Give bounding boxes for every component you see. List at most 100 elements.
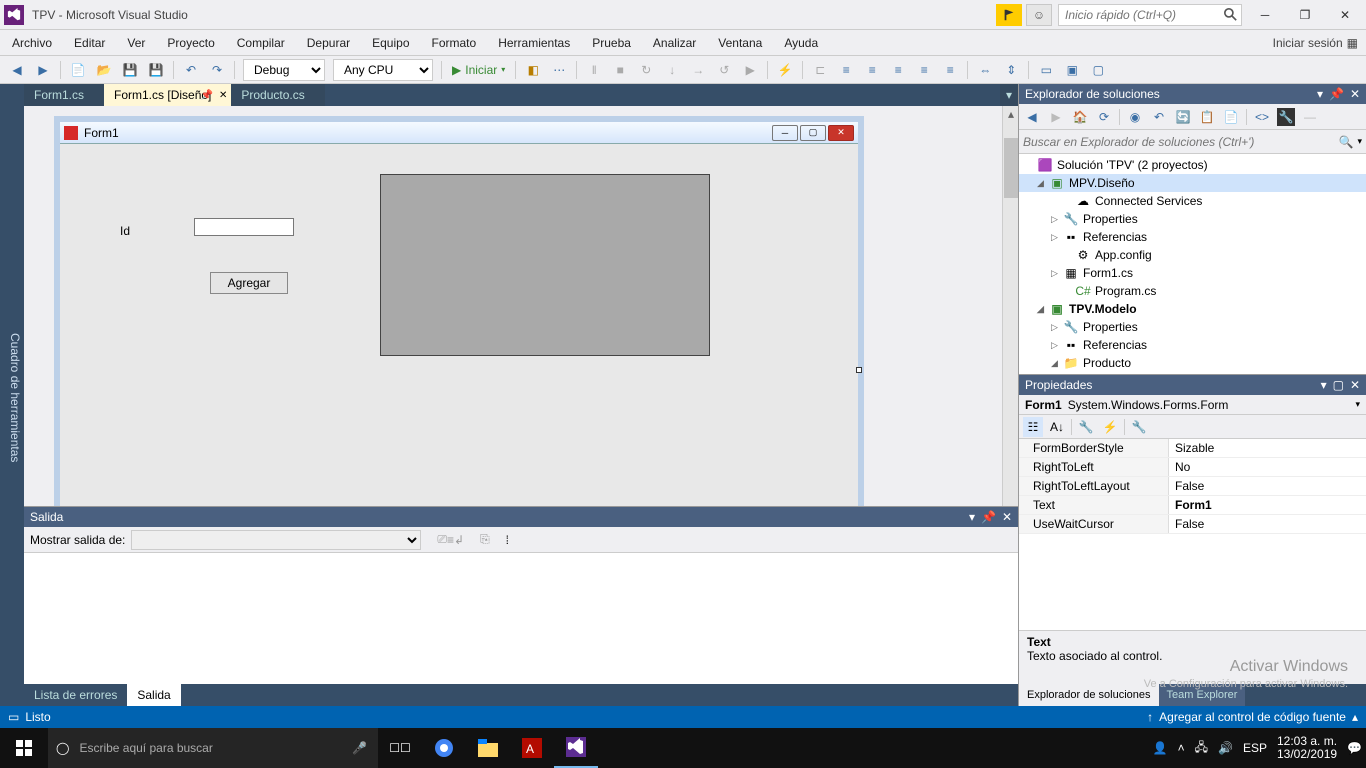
align-left-btn[interactable]: ⊏ [809,59,831,81]
menu-formato[interactable]: Formato [428,34,481,52]
textbox-id[interactable] [194,218,294,236]
align-bottom-btn[interactable]: ≡ [939,59,961,81]
props-events-icon[interactable]: ⚡ [1100,417,1120,437]
prop-row[interactable]: UseWaitCursorFalse [1019,515,1366,534]
designer-surface[interactable]: Form1 ─ ▢ ✕ Id Agregar ▴ [24,106,1018,506]
taskbar-search[interactable]: ◯ Escribe aquí para buscar 🎤 [48,728,378,768]
sx-properties-icon[interactable]: 🔧 [1277,108,1295,126]
sx-sync-icon[interactable]: ⟳ [1095,108,1113,126]
output-body[interactable] [24,553,1018,684]
menu-archivo[interactable]: Archivo [8,34,56,52]
prop-value[interactable]: Sizable [1169,439,1366,457]
start-button[interactable] [0,728,48,768]
menu-analizar[interactable]: Analizar [649,34,700,52]
menu-ayuda[interactable]: Ayuda [780,34,822,52]
tab-solution-explorer[interactable]: Explorador de soluciones [1019,684,1159,706]
prop-value[interactable]: False [1169,515,1366,533]
prop-row[interactable]: RightToLeftNo [1019,458,1366,477]
props-window-icon[interactable]: ▢ [1333,378,1344,392]
redo-button[interactable]: ↷ [206,59,228,81]
spacing-v-btn[interactable]: ⇕ [1000,59,1022,81]
project-tpv-modelo[interactable]: ◢▣TPV.Modelo [1019,300,1366,318]
sx-close-icon[interactable]: ✕ [1350,87,1360,101]
output-wrap-btn[interactable]: ↲ [454,533,464,547]
mic-icon[interactable]: 🎤 [352,741,370,755]
designer-form[interactable]: Form1 ─ ▢ ✕ Id Agregar [54,116,864,506]
menu-compilar[interactable]: Compilar [233,34,289,52]
tool-more[interactable]: ⚡ [774,59,796,81]
sx-refresh-icon[interactable]: 🔄 [1174,108,1192,126]
debug-cursor[interactable]: ▶ [739,59,761,81]
debug-pause[interactable]: ‖ [583,59,605,81]
menu-depurar[interactable]: Depurar [303,34,354,52]
project-mpv-diseno[interactable]: ◢▣MPV.Diseño [1019,174,1366,192]
chrome-icon[interactable] [422,728,466,768]
restore-button[interactable]: ❐ [1288,4,1322,26]
tray-people-icon[interactable]: 👤 [1153,741,1168,755]
nav-back-button[interactable]: ◀ [6,59,28,81]
align-middle-btn[interactable]: ≡ [913,59,935,81]
props-alpha-icon[interactable]: A↓ [1047,417,1067,437]
undo-button[interactable]: ↶ [180,59,202,81]
props-categorized-icon[interactable]: ☷ [1023,417,1043,437]
prop-row[interactable]: FormBorderStyleSizable [1019,439,1366,458]
resize-handle-right[interactable] [856,367,862,373]
sx-dropdown-icon[interactable]: ▾ [1317,87,1323,101]
sx-collapse-icon[interactable]: ↶ [1150,108,1168,126]
tool-btn-1[interactable]: ◧ [522,59,544,81]
close-button[interactable]: ✕ [1328,4,1362,26]
panel-pin-icon[interactable]: 📌 [981,510,996,524]
menu-prueba[interactable]: Prueba [588,34,635,52]
send-back-btn[interactable]: ▢ [1087,59,1109,81]
chevron-up-icon[interactable]: ▴ [1352,710,1358,724]
sx-pin-icon[interactable]: 📌 [1329,87,1344,101]
datagrid-placeholder[interactable] [380,174,710,356]
spacing-h-btn[interactable]: ⇔ [974,59,996,81]
taskview-icon[interactable]: ☐☐ [378,728,422,768]
props-pages-icon[interactable]: 🔧 [1129,417,1149,437]
sx-scope-icon[interactable]: ◉ [1126,108,1144,126]
notifications-icon[interactable]: 💬 [1347,741,1362,755]
tray-volume-icon[interactable]: 🔊 [1218,741,1233,755]
sx-copy-icon[interactable]: 📄 [1222,108,1240,126]
tray-lang-icon[interactable]: ESP [1243,741,1267,755]
acrobat-icon[interactable]: A [510,728,554,768]
debug-stepout[interactable]: → [687,59,709,81]
tab-lista-errores[interactable]: Lista de errores [24,684,127,706]
panel-dropdown-icon[interactable]: ▾ [969,510,975,524]
menu-equipo[interactable]: Equipo [368,34,413,52]
debug-restart[interactable]: ↺ [713,59,735,81]
publish-icon[interactable]: ↑ [1147,710,1153,724]
quick-launch[interactable] [1058,4,1242,26]
pin-icon[interactable]: 📌 [201,90,213,101]
align-top-btn[interactable]: ≡ [887,59,909,81]
prop-row[interactable]: RightToLeftLayoutFalse [1019,477,1366,496]
menu-editar[interactable]: Editar [70,34,109,52]
debug-stepin[interactable]: ↓ [661,59,683,81]
size-btn[interactable]: ▭ [1035,59,1057,81]
sx-search[interactable]: 🔍 ▾ [1019,130,1366,154]
open-file-button[interactable]: 📂 [93,59,115,81]
chevron-down-icon[interactable]: ▾ [1357,136,1362,147]
prop-value[interactable]: Form1 [1169,496,1366,514]
node-producto-folder[interactable]: ◢📁Producto [1019,354,1366,372]
node-references-2[interactable]: ▷▪▪Referencias [1019,336,1366,354]
menu-ventana[interactable]: Ventana [714,34,766,52]
output-source-dropdown[interactable] [131,530,421,550]
scroll-up-icon[interactable]: ▴ [1003,106,1018,122]
props-header[interactable]: Propiedades ▾ ▢ ✕ [1019,375,1366,395]
config-dropdown[interactable]: Debug [243,59,325,81]
node-form1cs[interactable]: ▷▦Form1.cs [1019,264,1366,282]
button-agregar[interactable]: Agregar [210,272,288,294]
node-properties-1[interactable]: ▷🔧Properties [1019,210,1366,228]
visualstudio-taskbar-icon[interactable] [554,728,598,768]
tray-network-icon[interactable]: 🖧 [1195,738,1208,759]
sx-search-input[interactable] [1023,132,1339,152]
tab-form1-design[interactable]: Form1.cs [Diseño]📌✕ [104,84,231,106]
prop-value[interactable]: No [1169,458,1366,476]
menu-ver[interactable]: Ver [123,34,149,52]
node-references-1[interactable]: ▷▪▪Referencias [1019,228,1366,246]
node-connected-services[interactable]: ☁Connected Services [1019,192,1366,210]
designer-scrollbar[interactable]: ▴ [1002,106,1018,506]
output-stop-btn[interactable]: ⁞ [506,533,509,547]
